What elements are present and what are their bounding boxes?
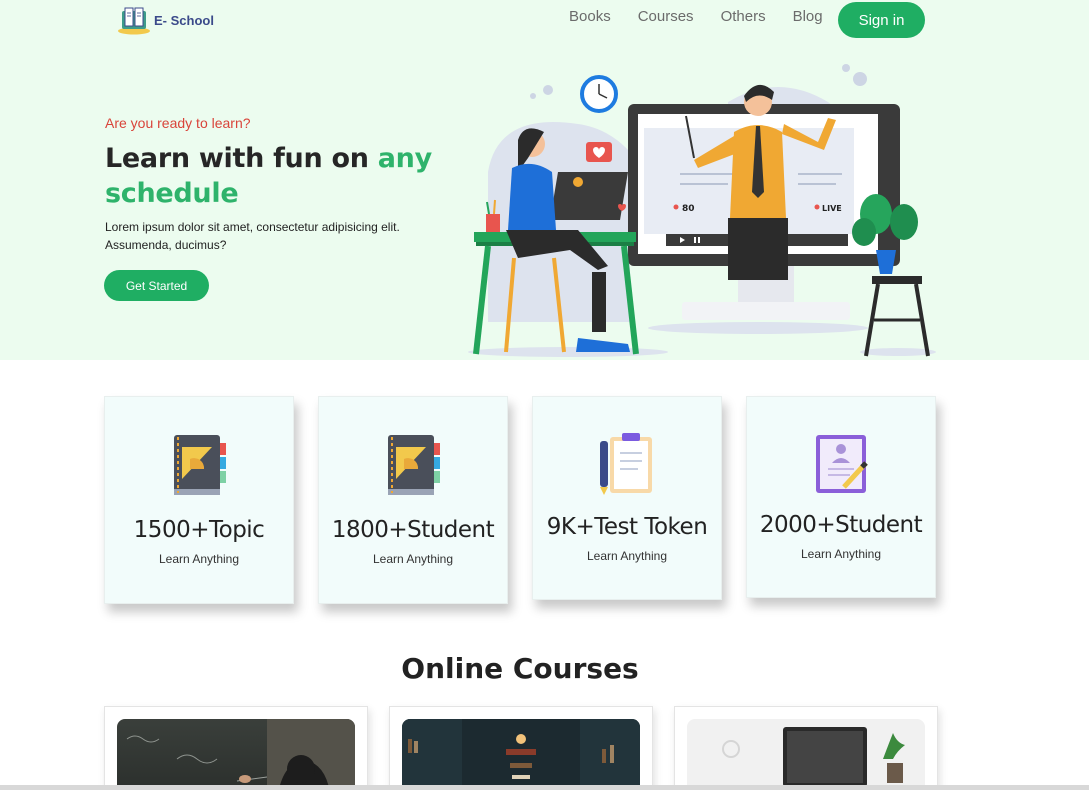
stat-caption: Learn Anything bbox=[586, 549, 668, 563]
library-photo bbox=[402, 719, 640, 790]
notebook-ruler-icon bbox=[388, 435, 440, 495]
book-logo-icon bbox=[118, 7, 150, 35]
chalkboard-photo-art bbox=[126, 719, 355, 790]
profile-document-icon bbox=[816, 435, 868, 493]
course-card[interactable] bbox=[389, 706, 653, 790]
hero-eyebrow: Are you ready to learn? bbox=[105, 115, 251, 131]
stat-card: 1800+Student Learn Anything bbox=[318, 396, 508, 604]
stat-card: 2000+Student Learn Anything bbox=[746, 396, 936, 598]
stat-caption: Learn Anything bbox=[800, 547, 882, 561]
course-card[interactable] bbox=[674, 706, 938, 790]
stat-value: 1500+Topic bbox=[133, 517, 265, 543]
courses-title: Online Courses bbox=[401, 652, 639, 685]
nav-link-books[interactable]: Books bbox=[569, 8, 611, 25]
brand-name: E- School bbox=[154, 12, 214, 28]
nav-link-blog[interactable]: Blog bbox=[793, 8, 823, 25]
notebook-ruler-icon bbox=[174, 435, 226, 495]
brand-logo[interactable]: E- School bbox=[116, 5, 214, 35]
horizontal-scrollbar[interactable] bbox=[0, 785, 1089, 790]
hero-body: Lorem ipsum dolor sit amet, consectetur … bbox=[105, 220, 400, 252]
main-nav: Books Courses Others Blog bbox=[569, 8, 850, 25]
live-badge: LIVE bbox=[822, 204, 842, 213]
chalkboard-photo bbox=[117, 719, 355, 790]
laptop-desk-photo-art bbox=[722, 727, 905, 790]
stat-value: 2000+Student bbox=[759, 512, 923, 538]
stat-card: 9K+Test Token Learn Anything bbox=[532, 396, 722, 600]
course-card[interactable] bbox=[104, 706, 368, 790]
stat-card: 1500+Topic Learn Anything bbox=[104, 396, 294, 604]
stat-caption: Learn Anything bbox=[158, 552, 240, 566]
nav-link-courses[interactable]: Courses bbox=[638, 8, 694, 25]
stat-caption: Learn Anything bbox=[372, 552, 454, 566]
signin-button[interactable]: Sign in bbox=[838, 2, 925, 38]
stat-value: 9K+Test Token bbox=[546, 514, 708, 540]
laptop-desk-photo bbox=[687, 719, 925, 790]
stat-value: 1800+Student bbox=[331, 517, 495, 543]
headline-plain: Learn with fun on bbox=[105, 143, 378, 174]
viewer-count: 80 bbox=[682, 204, 695, 214]
hero-headline: Learn with fun on any schedule bbox=[105, 141, 445, 211]
clipboard-pen-icon bbox=[600, 433, 652, 495]
library-photo-art bbox=[402, 719, 640, 790]
hero-illustration: 80 LIVE bbox=[468, 64, 936, 357]
nav-link-others[interactable]: Others bbox=[721, 8, 766, 25]
get-started-button[interactable]: Get Started bbox=[104, 270, 209, 301]
